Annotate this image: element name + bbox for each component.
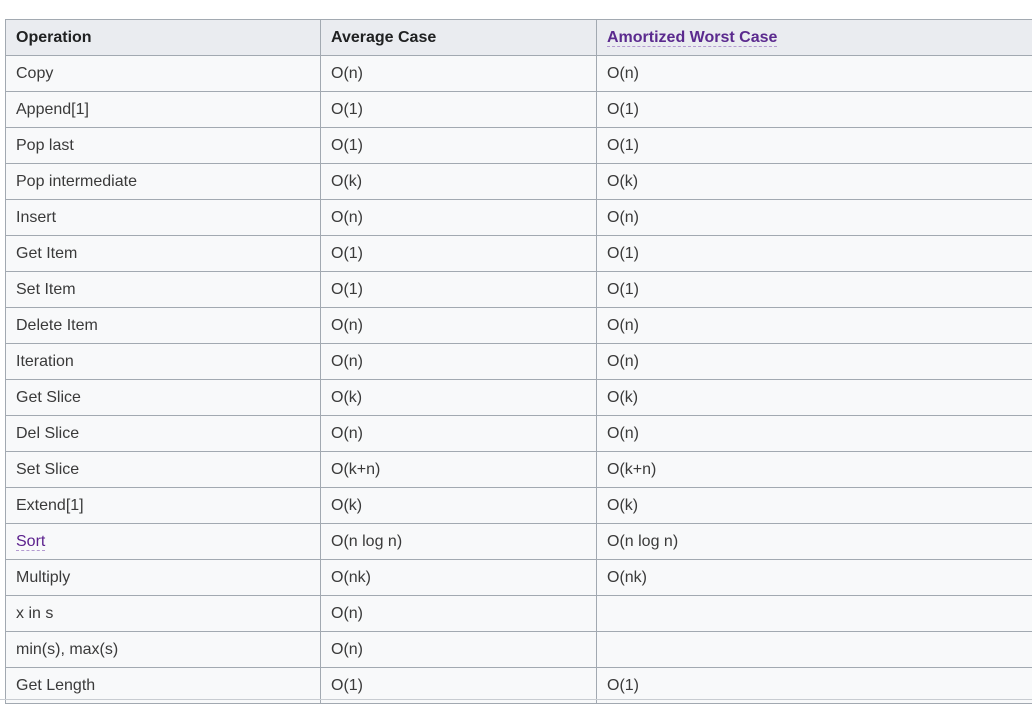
- average-case-cell: O(k): [321, 488, 597, 524]
- worst-case-cell: O(n): [597, 308, 1032, 344]
- table-row: Get Slice O(k) O(k): [6, 380, 1032, 416]
- table-row: Delete Item O(n) O(n): [6, 308, 1032, 344]
- average-case-cell: O(1): [321, 236, 597, 272]
- average-case-cell: O(k): [321, 380, 597, 416]
- worst-case-cell: O(k+n): [597, 452, 1032, 488]
- operation-cell: Iteration: [6, 344, 321, 380]
- worst-case-cell: O(1): [597, 236, 1032, 272]
- header-amortized-worst-case: Amortized Worst Case: [597, 20, 1032, 56]
- table-row: Del Slice O(n) O(n): [6, 416, 1032, 452]
- table-row: Pop intermediate O(k) O(k): [6, 164, 1032, 200]
- worst-case-cell: O(nk): [597, 560, 1032, 596]
- average-case-cell: O(k+n): [321, 452, 597, 488]
- page-bottom-divider: [0, 699, 1032, 700]
- worst-case-cell: O(k): [597, 380, 1032, 416]
- table-row: Append[1] O(1) O(1): [6, 92, 1032, 128]
- table-row: Set Slice O(k+n) O(k+n): [6, 452, 1032, 488]
- operation-cell: Set Item: [6, 272, 321, 308]
- operation-cell: Sort: [6, 524, 321, 560]
- operation-cell: Get Item: [6, 236, 321, 272]
- operation-cell: min(s), max(s): [6, 632, 321, 668]
- table-row: Set Item O(1) O(1): [6, 272, 1032, 308]
- worst-case-cell: O(n): [597, 200, 1032, 236]
- table-row: Sort O(n log n) O(n log n): [6, 524, 1032, 560]
- worst-case-cell: O(k): [597, 488, 1032, 524]
- average-case-cell: O(n): [321, 308, 597, 344]
- worst-case-cell: O(k): [597, 164, 1032, 200]
- header-average-case: Average Case: [321, 20, 597, 56]
- average-case-cell: O(1): [321, 272, 597, 308]
- operation-cell: Insert: [6, 200, 321, 236]
- operation-cell: Extend[1]: [6, 488, 321, 524]
- header-operation: Operation: [6, 20, 321, 56]
- operation-cell: Pop intermediate: [6, 164, 321, 200]
- operation-cell: Pop last: [6, 128, 321, 164]
- table-row: Multiply O(nk) O(nk): [6, 560, 1032, 596]
- table-row: Copy O(n) O(n): [6, 56, 1032, 92]
- average-case-cell: O(n): [321, 632, 597, 668]
- table-row: Iteration O(n) O(n): [6, 344, 1032, 380]
- average-case-cell: O(n log n): [321, 524, 597, 560]
- complexity-table-container: Operation Average Case Amortized Worst C…: [5, 19, 1032, 704]
- average-case-cell: O(n): [321, 56, 597, 92]
- table-header-row: Operation Average Case Amortized Worst C…: [6, 20, 1032, 56]
- operation-cell: Set Slice: [6, 452, 321, 488]
- average-case-cell: O(1): [321, 92, 597, 128]
- worst-case-cell: O(n log n): [597, 524, 1032, 560]
- table-row: Extend[1] O(k) O(k): [6, 488, 1032, 524]
- worst-case-cell: O(1): [597, 92, 1032, 128]
- worst-case-cell: O(n): [597, 56, 1032, 92]
- average-case-cell: O(n): [321, 596, 597, 632]
- worst-case-cell: [597, 632, 1032, 668]
- average-case-cell: O(n): [321, 200, 597, 236]
- sort-link[interactable]: Sort: [16, 533, 45, 551]
- amortized-worst-case-link[interactable]: Amortized Worst Case: [607, 29, 777, 47]
- operation-cell: x in s: [6, 596, 321, 632]
- operation-cell: Del Slice: [6, 416, 321, 452]
- table-row: Get Item O(1) O(1): [6, 236, 1032, 272]
- table-row: Insert O(n) O(n): [6, 200, 1032, 236]
- worst-case-cell: O(n): [597, 416, 1032, 452]
- operation-cell: Get Slice: [6, 380, 321, 416]
- table-row: min(s), max(s) O(n): [6, 632, 1032, 668]
- operation-cell: Multiply: [6, 560, 321, 596]
- average-case-cell: O(n): [321, 344, 597, 380]
- complexity-table: Operation Average Case Amortized Worst C…: [5, 19, 1032, 704]
- average-case-cell: O(nk): [321, 560, 597, 596]
- operation-cell: Append[1]: [6, 92, 321, 128]
- operation-cell: Copy: [6, 56, 321, 92]
- average-case-cell: O(n): [321, 416, 597, 452]
- worst-case-cell: O(1): [597, 272, 1032, 308]
- operation-cell: Delete Item: [6, 308, 321, 344]
- worst-case-cell: [597, 596, 1032, 632]
- table-row: x in s O(n): [6, 596, 1032, 632]
- worst-case-cell: O(n): [597, 344, 1032, 380]
- average-case-cell: O(1): [321, 128, 597, 164]
- table-row: Pop last O(1) O(1): [6, 128, 1032, 164]
- worst-case-cell: O(1): [597, 128, 1032, 164]
- average-case-cell: O(k): [321, 164, 597, 200]
